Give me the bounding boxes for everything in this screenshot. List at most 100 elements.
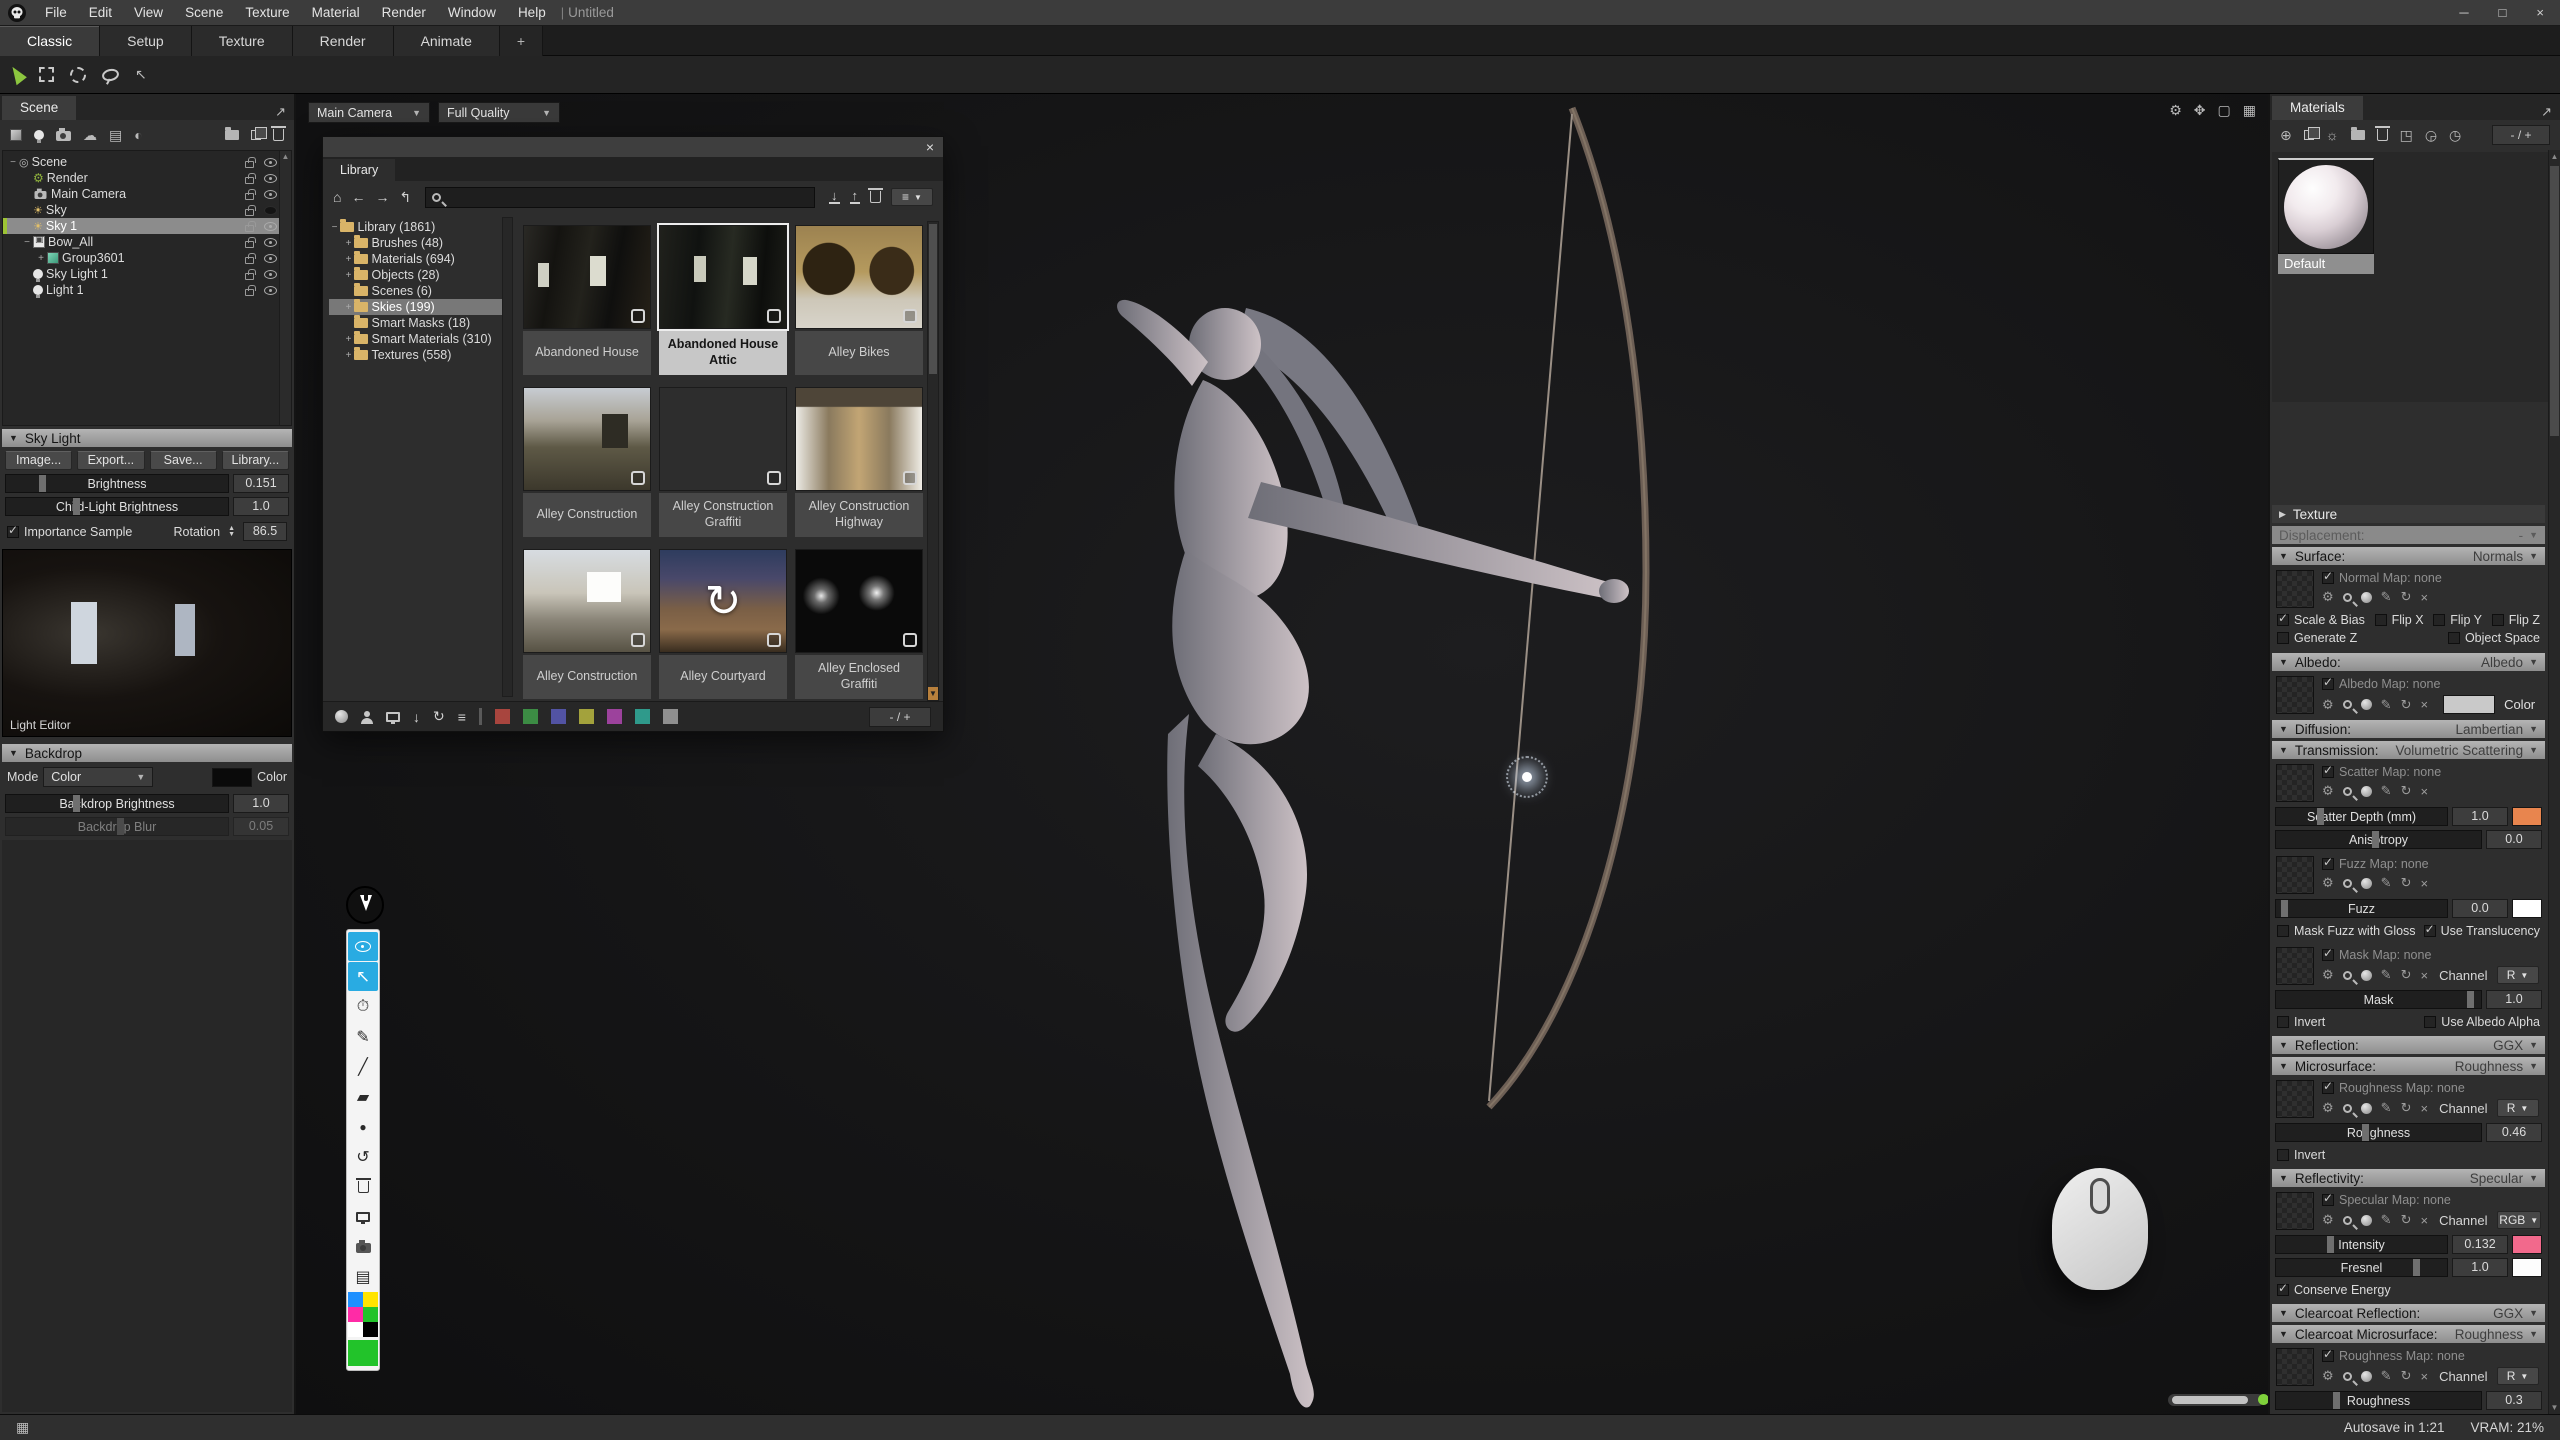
add-camera-icon[interactable] (56, 131, 71, 141)
save-material-icon[interactable]: ◷ (2449, 127, 2461, 144)
folder-row-materials[interactable]: + Materials (694) (329, 251, 513, 267)
add-object-icon[interactable] (10, 129, 22, 141)
sky-export-button[interactable]: Export... (77, 451, 144, 470)
map-search-icon[interactable] (2343, 879, 2352, 888)
map-preview-sphere-icon[interactable] (2361, 1103, 2372, 1114)
viewport-scrollbar[interactable] (2168, 1394, 2264, 1406)
map-search-icon[interactable] (2343, 1372, 2352, 1381)
tree-row-sky[interactable]: ☀ Sky (3, 202, 291, 218)
backdrop-section-header[interactable]: ▼ Backdrop (2, 744, 292, 762)
backdrop-mode-select[interactable]: Color ▼ (43, 767, 153, 787)
assign-material-icon[interactable]: ◳ (2400, 127, 2413, 144)
item-checkbox[interactable] (767, 309, 781, 323)
fuzz-slider[interactable]: Fuzz (2275, 899, 2448, 918)
fuzz-map-checkbox[interactable] (2322, 858, 2334, 870)
albedo-map-checkbox[interactable] (2322, 678, 2334, 690)
color-blue[interactable] (348, 1292, 363, 1307)
list-view-icon[interactable]: ≡ (458, 709, 466, 725)
window-minimize-icon[interactable]: ─ (2459, 5, 2468, 20)
annot-whiteboard-button[interactable] (348, 1202, 378, 1231)
import-icon[interactable]: ↓ (829, 190, 840, 204)
folder-row-smart-masks[interactable]: Smart Masks (18) (329, 315, 513, 331)
tab-classic[interactable]: Classic (0, 26, 100, 56)
clearcoat-roughness-value[interactable]: 0.3 (2486, 1391, 2542, 1410)
clearcoat-channel-select[interactable]: R▼ (2497, 1367, 2539, 1385)
clearcoat-reflection-section-header[interactable]: ▼ Clearcoat Reflection: GGX▼ (2272, 1304, 2545, 1322)
item-checkbox[interactable] (903, 471, 917, 485)
color-black[interactable] (363, 1322, 378, 1337)
tag-blue-swatch[interactable] (551, 709, 566, 724)
specular-color-swatch[interactable] (2512, 1235, 2542, 1254)
menu-edit[interactable]: Edit (78, 5, 123, 20)
map-edit-icon[interactable]: ✎ (2381, 875, 2392, 891)
tag-teal-swatch[interactable] (635, 709, 650, 724)
tab-render[interactable]: Render (293, 26, 394, 56)
folder-row-textures[interactable]: + Textures (558) (329, 347, 513, 363)
thumbnail-size-control[interactable]: - / + (869, 707, 931, 727)
map-reload-icon[interactable]: ↻ (2401, 1368, 2412, 1384)
diffusion-section-header[interactable]: ▼ Diffusion: Lambertian▼ (2272, 720, 2545, 738)
library-item[interactable]: Alley Construction (523, 387, 651, 537)
tab-texture[interactable]: Texture (192, 26, 293, 56)
map-edit-icon[interactable]: ✎ (2381, 1368, 2392, 1384)
map-edit-icon[interactable]: ✎ (2381, 589, 2392, 605)
roughness-channel-select[interactable]: R▼ (2497, 1099, 2539, 1117)
albedo-section-header[interactable]: ▼ Albedo: Albedo▼ (2272, 653, 2545, 671)
item-checkbox[interactable] (631, 309, 645, 323)
brightness-slider[interactable]: Brightness (5, 474, 229, 493)
menu-window[interactable]: Window (437, 5, 507, 20)
lock-icon[interactable] (245, 273, 254, 280)
displacement-section-header[interactable]: Displacement: -▼ (2272, 526, 2545, 544)
lasso-select-icon[interactable] (101, 67, 120, 82)
delete-icon[interactable] (273, 129, 284, 141)
map-search-icon[interactable] (2343, 1216, 2352, 1225)
intensity-value[interactable]: 0.132 (2452, 1235, 2508, 1254)
clearcoat-microsurface-section-header[interactable]: ▼ Clearcoat Microsurface: Roughness▼ (2272, 1325, 2545, 1343)
map-edit-icon[interactable]: ✎ (2381, 697, 2392, 713)
mask-map-checkbox[interactable] (2322, 949, 2334, 961)
map-search-icon[interactable] (2343, 1104, 2352, 1113)
map-edit-icon[interactable]: ✎ (2381, 1212, 2392, 1228)
fresnel-color-swatch[interactable] (2512, 1258, 2542, 1277)
camera-select[interactable]: Main Camera ▼ (308, 102, 430, 123)
anisotropy-slider[interactable]: Anisotropy (2275, 830, 2482, 849)
visibility-eye-icon[interactable] (264, 158, 277, 167)
visibility-eye-icon[interactable] (264, 174, 277, 183)
clearcoat-roughness-map-slot[interactable] (2276, 1348, 2314, 1386)
map-preview-sphere-icon[interactable] (2361, 970, 2372, 981)
map-settings-gear-icon[interactable]: ⚙ (2322, 1100, 2334, 1116)
specular-channel-select[interactable]: RGB▼ (2497, 1211, 2542, 1229)
menu-view[interactable]: View (123, 5, 174, 20)
close-icon[interactable]: × (926, 140, 934, 154)
tree-row-sky-1[interactable]: ☀ Sky 1 (3, 218, 291, 234)
folder-row-scenes[interactable]: Scenes (6) (329, 283, 513, 299)
generate-z-checkbox[interactable] (2277, 632, 2289, 644)
visibility-eye-icon[interactable] (264, 270, 277, 279)
visibility-eye-icon[interactable] (264, 206, 277, 215)
library-item[interactable]: Alley Bikes (795, 225, 923, 375)
clearcoat-roughness-map-checkbox[interactable] (2322, 1350, 2334, 1362)
marquee-select-icon[interactable] (39, 67, 54, 82)
rotation-stepper[interactable]: ▲▼ (228, 526, 235, 538)
menu-material[interactable]: Material (301, 5, 371, 20)
normal-map-slot[interactable] (2276, 570, 2314, 608)
add-material-icon[interactable]: ⊕ (2280, 127, 2292, 144)
child-light-brightness-slider[interactable]: Child-Light Brightness (5, 497, 229, 516)
material-item-default[interactable]: Default (2278, 158, 2374, 274)
scatter-color-swatch[interactable] (2512, 807, 2542, 826)
library-item[interactable]: Alley Enclosed Graffiti (795, 549, 923, 699)
map-reload-icon[interactable]: ↻ (2401, 697, 2412, 713)
search-box[interactable] (425, 187, 815, 208)
tree-row-sky-light-1[interactable]: Sky Light 1 (3, 266, 291, 282)
annot-clear-button[interactable] (348, 1172, 378, 1201)
intensity-slider[interactable]: Intensity (2275, 1235, 2448, 1254)
roughness-map-checkbox[interactable] (2322, 1082, 2334, 1094)
flip-y-checkbox[interactable] (2433, 614, 2445, 626)
map-search-icon[interactable] (2343, 787, 2352, 796)
lock-icon[interactable] (245, 193, 254, 200)
sky-preview[interactable]: Light Editor (2, 549, 292, 737)
map-clear-icon[interactable]: × (2420, 1101, 2428, 1116)
home-icon[interactable]: ⌂ (333, 189, 341, 205)
annot-color-grid[interactable] (348, 1292, 378, 1337)
map-clear-icon[interactable]: × (2420, 876, 2428, 891)
